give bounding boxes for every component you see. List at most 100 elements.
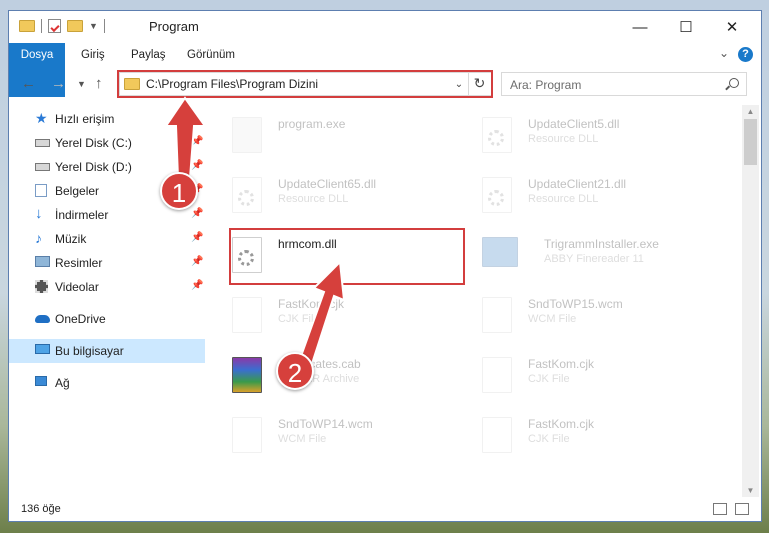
step-badge-1: 1 (160, 172, 198, 210)
customize-qat-icon[interactable]: ▼ (89, 21, 98, 31)
maximize-button[interactable]: ☐ (663, 11, 709, 43)
file-item[interactable]: program.exe (214, 113, 444, 167)
star-icon: ★ (35, 110, 48, 126)
help-icon[interactable]: ? (738, 47, 753, 62)
file-name: FastKom.cjk (528, 357, 595, 371)
scrollbar-thumb[interactable] (744, 119, 757, 165)
file-name: SndToWP15.wcm (528, 297, 623, 311)
quick-access-toolbar: ▼ (19, 19, 105, 33)
file-item[interactable]: SndToWP14.wcm WCM File (214, 413, 444, 467)
generic-file-icon (482, 297, 512, 333)
forward-arrow-icon[interactable]: → (51, 75, 66, 92)
sidebar-item-quick-access[interactable]: ★ Hızlı erişim (9, 107, 205, 131)
download-icon: ↓ (35, 205, 43, 222)
documents-icon (35, 184, 47, 197)
separator (103, 19, 105, 33)
tab-home[interactable]: Giriş (71, 43, 115, 67)
cloud-icon (35, 315, 50, 323)
pin-icon[interactable]: 📌 (191, 160, 203, 171)
minimize-icon: — (632, 18, 648, 36)
sidebar-item-label: Ağ (55, 376, 70, 390)
sidebar-item-label: Resimler (55, 256, 103, 270)
title-bar: ▼ Program — ☐ ✕ (9, 11, 761, 43)
close-icon: ✕ (725, 19, 739, 36)
item-count: 136 öğe (21, 503, 61, 515)
drive-icon (35, 163, 50, 171)
dll-file-icon (232, 177, 262, 213)
file-item[interactable]: FastKom.cjk CJK File (464, 413, 694, 467)
sidebar-item-music[interactable]: ♪ Müzik 📌 (9, 227, 205, 251)
file-name: UpdateClient65.dll (278, 177, 377, 191)
expand-ribbon-icon[interactable]: ⌄ (719, 46, 729, 60)
folder-icon (19, 20, 35, 32)
explorer-window: ▼ Program — ☐ ✕ Dosya Giriş Paylaş Görün… (8, 10, 762, 522)
sidebar-item-network[interactable]: Ağ (9, 371, 205, 395)
pin-icon[interactable]: 📌 (191, 256, 203, 267)
generic-file-icon (232, 297, 262, 333)
scroll-up-icon[interactable]: ▲ (742, 107, 759, 116)
file-item[interactable]: SndToWP15.wcm WCM File (464, 293, 694, 347)
file-item[interactable]: FastKom.cjk CJK File (464, 353, 694, 407)
dll-file-icon (482, 177, 512, 213)
back-arrow-icon[interactable]: ← (21, 75, 36, 92)
sidebar-item-label: Bu bilgisayar (55, 344, 124, 358)
file-type: CJK File (528, 373, 570, 385)
file-item[interactable]: Certificates.cab WinRAR Archive (214, 353, 444, 407)
pin-icon[interactable]: 📌 (191, 280, 203, 291)
file-highlight-box (229, 228, 465, 285)
file-name: SndToWP14.wcm (278, 417, 373, 431)
sidebar-item-onedrive[interactable]: OneDrive (9, 307, 205, 331)
sidebar-item-videos[interactable]: Videolar 📌 (9, 275, 205, 299)
file-type: CJK File (278, 313, 320, 325)
file-type: WCM File (278, 433, 327, 445)
minimize-button[interactable]: — (617, 11, 663, 43)
sidebar-item-label: İndirmeler (55, 208, 109, 222)
file-type: ABBY Finereader 11 (544, 253, 644, 265)
search-input[interactable] (508, 76, 712, 94)
vertical-scrollbar[interactable]: ▲ ▼ (742, 105, 759, 497)
pin-icon[interactable]: 📌 (191, 136, 203, 147)
sidebar-item-label: Belgeler (55, 184, 100, 198)
maximize-icon: ☐ (679, 19, 693, 36)
sidebar-item-label: Hızlı erişim (55, 112, 115, 126)
scroll-down-icon[interactable]: ▼ (742, 486, 759, 495)
generic-file-icon (232, 417, 262, 453)
video-icon (35, 280, 48, 293)
pin-icon[interactable]: 📌 (191, 208, 203, 219)
file-type: Resource DLL (528, 133, 599, 145)
search-icon[interactable] (729, 78, 739, 88)
sidebar-item-disk-c[interactable]: Yerel Disk (C:) 📌 (9, 131, 205, 155)
file-item[interactable]: UpdateClient5.dll Resource DLL (464, 113, 694, 167)
large-icons-view-icon[interactable] (735, 503, 749, 515)
ribbon-tabs: Dosya Giriş Paylaş Görünüm ⌄ ? (9, 43, 761, 97)
file-item[interactable]: TrigrammInstaller.exe ABBY Finereader 11 (464, 233, 694, 287)
tab-share[interactable]: Paylaş (121, 43, 176, 67)
search-box[interactable] (501, 72, 747, 96)
file-name: FastKom.cjk (528, 417, 595, 431)
tab-view[interactable]: Görünüm (177, 43, 245, 67)
file-item[interactable]: UpdateClient65.dll Resource DLL (214, 173, 444, 227)
properties-icon[interactable] (48, 19, 61, 33)
up-arrow-icon[interactable]: ↑ (95, 75, 103, 92)
details-view-icon[interactable] (713, 503, 727, 515)
sidebar-item-label: Yerel Disk (D:) (55, 160, 132, 174)
dll-file-icon (482, 117, 512, 153)
navigation-pane: ★ Hızlı erişim Yerel Disk (C:) 📌 Yerel D… (9, 107, 205, 395)
sidebar-item-label: OneDrive (55, 312, 106, 326)
sidebar-item-this-pc[interactable]: Bu bilgisayar (9, 339, 205, 363)
recent-locations-icon[interactable]: ▼ (77, 79, 86, 89)
music-icon: ♪ (35, 230, 42, 246)
drive-icon (35, 139, 50, 147)
exe-file-icon (232, 117, 262, 153)
new-folder-icon[interactable] (67, 20, 83, 32)
sidebar-item-pictures[interactable]: Resimler 📌 (9, 251, 205, 275)
pin-icon[interactable]: 📌 (191, 232, 203, 243)
computer-icon (35, 344, 50, 354)
separator (41, 19, 42, 33)
file-name: TrigrammInstaller.exe (544, 237, 659, 251)
file-item[interactable]: UpdateClient21.dll Resource DLL (464, 173, 694, 227)
close-button[interactable]: ✕ (709, 11, 755, 43)
file-item[interactable]: FastKom.cjk CJK File (214, 293, 444, 347)
sidebar-item-label: Müzik (55, 232, 87, 246)
pictures-icon (35, 256, 50, 267)
